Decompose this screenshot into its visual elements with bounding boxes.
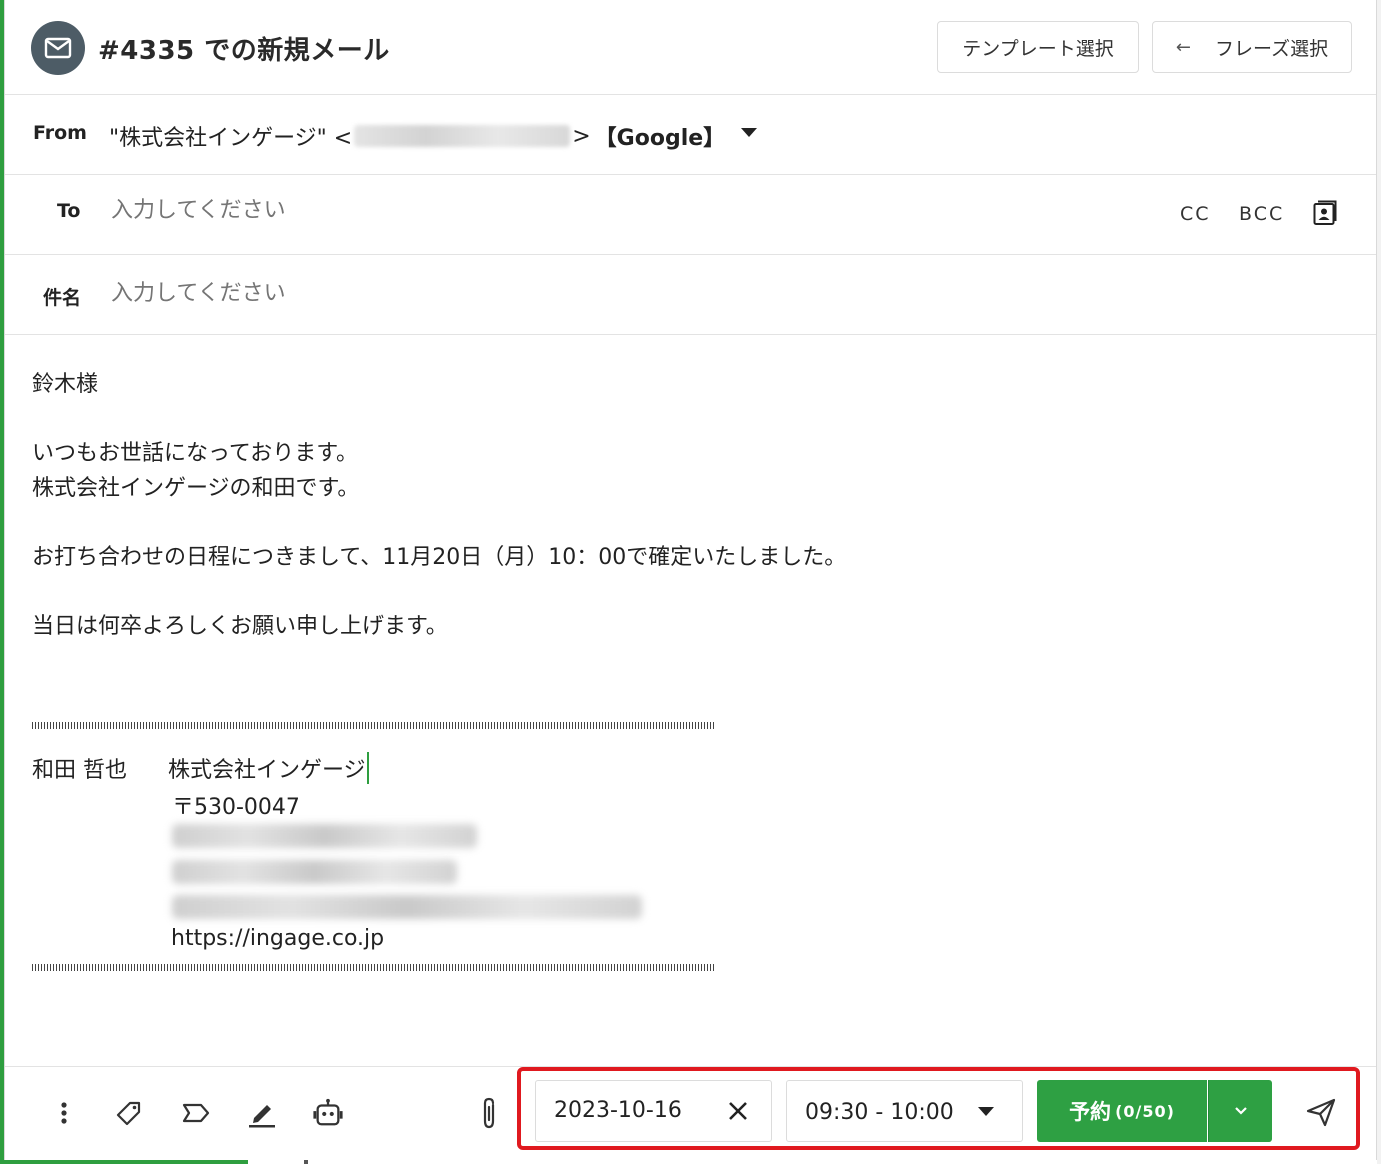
signature-url: https://ingage.co.jp	[171, 926, 385, 951]
signature-divider	[32, 964, 714, 971]
from-label: From	[33, 122, 87, 144]
subject-label: 件名	[43, 287, 82, 309]
paperclip-icon[interactable]	[473, 1097, 505, 1129]
mail-icon	[31, 21, 85, 75]
signature-name: 和田 哲也	[32, 758, 127, 783]
template-select-button[interactable]: テンプレート選択	[937, 21, 1139, 73]
from-name: "株式会社インゲージ" <	[109, 126, 353, 151]
tag-icon[interactable]	[113, 1097, 145, 1129]
caret-down-icon[interactable]	[741, 128, 757, 137]
signature-divider	[32, 722, 714, 729]
schedule-highlight	[517, 1067, 1360, 1150]
compose-header: #4335 での新規メール テンプレート選択 ← フレーズ選択	[5, 0, 1376, 95]
contacts-icon[interactable]	[1313, 200, 1337, 226]
arrow-left-icon: ←	[1175, 36, 1192, 58]
subject-row: 件名	[5, 255, 1376, 335]
from-row: From "株式会社インゲージ" < > 【Google】	[5, 94, 1376, 175]
redacted-address	[172, 824, 477, 848]
redacted-building	[172, 860, 457, 884]
to-row: To CC BCC	[5, 175, 1376, 255]
template-select-label: テンプレート選択	[962, 37, 1114, 60]
cc-button[interactable]: CC	[1180, 203, 1211, 225]
message-body[interactable]: 鈴木様 いつもお世話になっております。 株式会社インゲージの和田です。 お打ち合…	[32, 368, 846, 645]
more-vert-icon[interactable]	[48, 1097, 80, 1129]
phrase-select-label: フレーズ選択	[1215, 37, 1329, 60]
signature-zip: 〒530-0047	[172, 795, 300, 820]
subject-input[interactable]	[109, 280, 713, 307]
pen-icon[interactable]	[246, 1097, 278, 1129]
bot-icon[interactable]	[312, 1097, 344, 1129]
phrase-select-button[interactable]: ← フレーズ選択	[1152, 21, 1352, 73]
bcc-button[interactable]: BCC	[1239, 203, 1284, 225]
label-icon[interactable]	[180, 1097, 212, 1129]
compose-panel: #4335 での新規メール テンプレート選択 ← フレーズ選択 From "株式…	[4, 0, 1377, 1160]
from-select[interactable]: "株式会社インゲージ" < > 【Google】	[109, 120, 725, 152]
from-suffix: >	[572, 123, 591, 149]
to-label: To	[57, 200, 81, 222]
signature-company: 株式会社インゲージ	[168, 752, 369, 784]
redacted-email	[354, 125, 571, 147]
redacted-phone	[172, 895, 642, 919]
window-edge-right	[1377, 0, 1381, 1164]
page-title: #4335 での新規メール	[98, 36, 390, 66]
to-input[interactable]	[109, 197, 713, 224]
from-provider: 【Google】	[594, 126, 726, 151]
